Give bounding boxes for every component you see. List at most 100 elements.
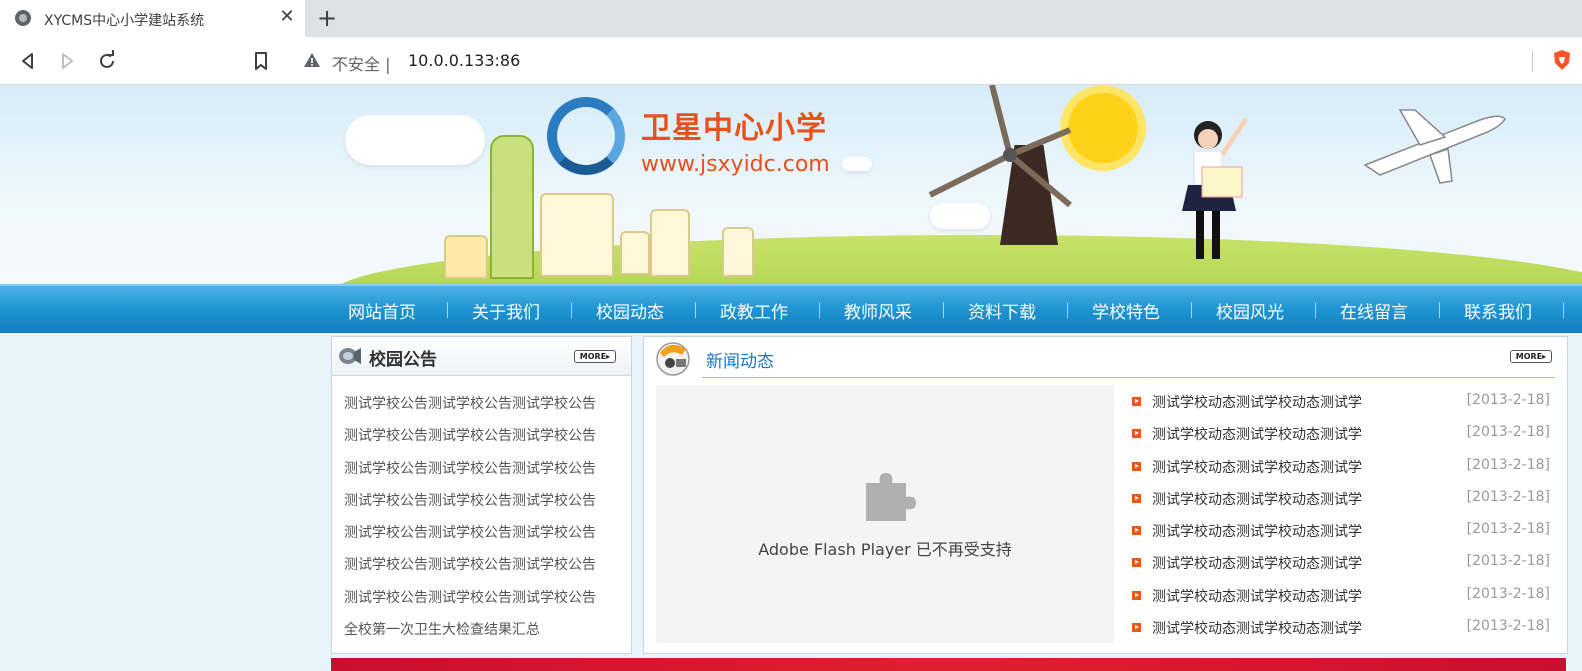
nav-item-guestbook[interactable]: 在线留言 bbox=[1340, 298, 1408, 323]
notice-item[interactable]: 测试学校公告测试学校公告测试学校公告 bbox=[344, 522, 596, 542]
arrow-bullet-icon bbox=[1132, 462, 1141, 471]
building-illustration bbox=[540, 193, 614, 277]
nav-item-features[interactable]: 学校特色 bbox=[1092, 298, 1160, 323]
airplane-illustration bbox=[1363, 109, 1506, 184]
house-illustration bbox=[444, 235, 488, 279]
bookmark-button[interactable] bbox=[248, 48, 274, 74]
news-link[interactable]: 测试学校动态测试学校动态测试学 bbox=[1152, 586, 1362, 606]
news-date: [2013-2-18] bbox=[1466, 392, 1550, 408]
bookmark-icon bbox=[255, 52, 267, 70]
news-date: [2013-2-18] bbox=[1466, 521, 1550, 537]
arrow-bullet-icon bbox=[1132, 526, 1141, 535]
nav-separator bbox=[1191, 302, 1192, 318]
back-button[interactable] bbox=[15, 48, 41, 74]
notice-item[interactable]: 测试学校公告测试学校公告测试学校公告 bbox=[344, 587, 596, 607]
news-link[interactable]: 测试学校动态测试学校动态测试学 bbox=[1152, 521, 1362, 541]
nav-separator bbox=[447, 302, 448, 318]
arrow-bullet-icon bbox=[1132, 429, 1141, 438]
forward-button[interactable] bbox=[54, 48, 80, 74]
news-date: [2013-2-18] bbox=[1466, 586, 1550, 602]
news-link[interactable]: 测试学校动态测试学校动态测试学 bbox=[1152, 618, 1362, 638]
nav-item-home[interactable]: 网站首页 bbox=[348, 298, 416, 323]
reload-button[interactable] bbox=[94, 48, 120, 74]
brave-shield-icon[interactable] bbox=[1550, 48, 1574, 72]
nav-separator bbox=[695, 302, 696, 318]
news-row[interactable]: 测试学校动态测试学校动态测试学 [2013-2-18] bbox=[1132, 586, 1560, 606]
toolbar-divider bbox=[1532, 50, 1533, 72]
nav-item-downloads[interactable]: 资料下载 bbox=[968, 298, 1036, 323]
news-link[interactable]: 测试学校动态测试学校动态测试学 bbox=[1152, 553, 1362, 573]
news-link[interactable]: 测试学校动态测试学校动态测试学 bbox=[1152, 489, 1362, 509]
news-panel: 新闻动态 MORE▸ Adobe Flash Player 已不再受支持 测试学… bbox=[643, 336, 1568, 654]
nav-separator bbox=[943, 302, 944, 318]
windmill-blades-icon bbox=[928, 85, 1072, 208]
flash-placeholder[interactable]: Adobe Flash Player 已不再受支持 bbox=[656, 385, 1114, 643]
nav-item-campus-scenery[interactable]: 校园风光 bbox=[1216, 298, 1284, 323]
cloud-decoration bbox=[345, 115, 485, 165]
news-row[interactable]: 测试学校动态测试学校动态测试学 [2013-2-18] bbox=[1132, 618, 1560, 638]
megaphone-icon bbox=[339, 348, 361, 364]
flash-unsupported-message: Adobe Flash Player 已不再受支持 bbox=[758, 540, 1012, 559]
url-text[interactable]: 10.0.0.133:86 bbox=[408, 51, 520, 70]
nav-separator bbox=[1563, 302, 1564, 318]
tab-close-button[interactable]: ✕ bbox=[276, 6, 298, 28]
site-url: www.jsxyidc.com bbox=[641, 152, 830, 177]
nav-item-about[interactable]: 关于我们 bbox=[472, 298, 540, 323]
address-bar[interactable]: 不安全 | 10.0.0.133:86 bbox=[291, 43, 1531, 77]
notice-item[interactable]: 全校第一次卫生大检查结果汇总 bbox=[344, 619, 540, 639]
web-page: 卫星中心小学 www.jsxyidc.com 网站首页 关于我们 校园动态 政教… bbox=[0, 85, 1582, 671]
forward-arrow-icon bbox=[62, 53, 73, 69]
site-name: 卫星中心小学 bbox=[641, 111, 827, 146]
nav-item-political-education[interactable]: 政教工作 bbox=[720, 298, 788, 323]
new-tab-button[interactable]: + bbox=[313, 4, 341, 32]
news-header-divider bbox=[702, 377, 1555, 378]
nav-separator bbox=[1067, 302, 1068, 318]
notice-item[interactable]: 测试学校公告测试学校公告测试学校公告 bbox=[344, 554, 596, 574]
campus-notice-panel: 校园公告 MORE▸ 测试学校公告测试学校公告测试学校公告 测试学校公告测试学校… bbox=[331, 336, 632, 654]
news-date: [2013-2-18] bbox=[1466, 457, 1550, 473]
news-date: [2013-2-18] bbox=[1466, 553, 1550, 569]
notice-item[interactable]: 测试学校公告测试学校公告测试学校公告 bbox=[344, 425, 596, 445]
news-date: [2013-2-18] bbox=[1466, 489, 1550, 505]
site-banner: 卫星中心小学 www.jsxyidc.com bbox=[0, 85, 1582, 284]
news-link[interactable]: 测试学校动态测试学校动态测试学 bbox=[1152, 392, 1362, 412]
nav-item-teachers[interactable]: 教师风采 bbox=[844, 298, 912, 323]
notice-item[interactable]: 测试学校公告测试学校公告测试学校公告 bbox=[344, 458, 596, 478]
notice-header: 校园公告 MORE▸ bbox=[332, 337, 631, 376]
warning-icon bbox=[304, 53, 320, 67]
main-nav: 网站首页 关于我们 校园动态 政教工作 教师风采 资料下载 学校特色 校园风光 … bbox=[0, 284, 1582, 333]
news-row[interactable]: 测试学校动态测试学校动态测试学 [2013-2-18] bbox=[1132, 424, 1560, 444]
notice-item[interactable]: 测试学校公告测试学校公告测试学校公告 bbox=[344, 490, 596, 510]
nav-separator bbox=[1439, 302, 1440, 318]
nav-separator bbox=[571, 302, 572, 318]
browser-toolbar: 不安全 | 10.0.0.133:86 bbox=[0, 37, 1582, 85]
notice-more-button[interactable]: MORE▸ bbox=[574, 350, 616, 363]
nav-item-contact[interactable]: 联系我们 bbox=[1464, 298, 1532, 323]
plugin-puzzle-icon bbox=[866, 473, 916, 521]
security-indicator[interactable]: 不安全 | bbox=[332, 51, 390, 75]
notice-item[interactable]: 测试学校公告测试学校公告测试学校公告 bbox=[344, 393, 596, 413]
news-date: [2013-2-18] bbox=[1466, 424, 1550, 440]
arrow-bullet-icon bbox=[1132, 591, 1141, 600]
building-illustration bbox=[620, 231, 650, 275]
news-link[interactable]: 测试学校动态测试学校动态测试学 bbox=[1152, 457, 1362, 477]
news-row[interactable]: 测试学校动态测试学校动态测试学 [2013-2-18] bbox=[1132, 521, 1560, 541]
arrow-bullet-icon bbox=[1132, 558, 1141, 567]
news-row[interactable]: 测试学校动态测试学校动态测试学 [2013-2-18] bbox=[1132, 489, 1560, 509]
news-row[interactable]: 测试学校动态测试学校动态测试学 [2013-2-18] bbox=[1132, 457, 1560, 477]
browser-tab[interactable]: XYCMS中心小学建站系统 ✕ bbox=[0, 0, 305, 37]
news-more-button[interactable]: MORE▸ bbox=[1510, 350, 1552, 363]
browser-tab-bar: XYCMS中心小学建站系统 ✕ + bbox=[0, 0, 1582, 37]
news-row[interactable]: 测试学校动态测试学校动态测试学 [2013-2-18] bbox=[1132, 553, 1560, 573]
news-row[interactable]: 测试学校动态测试学校动态测试学 [2013-2-18] bbox=[1132, 392, 1560, 412]
tab-title: XYCMS中心小学建站系统 bbox=[44, 13, 205, 29]
building-illustration bbox=[722, 227, 754, 277]
nav-separator bbox=[1315, 302, 1316, 318]
girl-illustration bbox=[1182, 117, 1248, 259]
arrow-bullet-icon bbox=[1132, 623, 1141, 632]
cloud-decoration bbox=[842, 157, 872, 171]
notice-title: 校园公告 bbox=[369, 350, 437, 370]
nav-item-campus-news[interactable]: 校园动态 bbox=[596, 298, 664, 323]
news-link[interactable]: 测试学校动态测试学校动态测试学 bbox=[1152, 424, 1362, 444]
globe-icon bbox=[15, 10, 31, 26]
